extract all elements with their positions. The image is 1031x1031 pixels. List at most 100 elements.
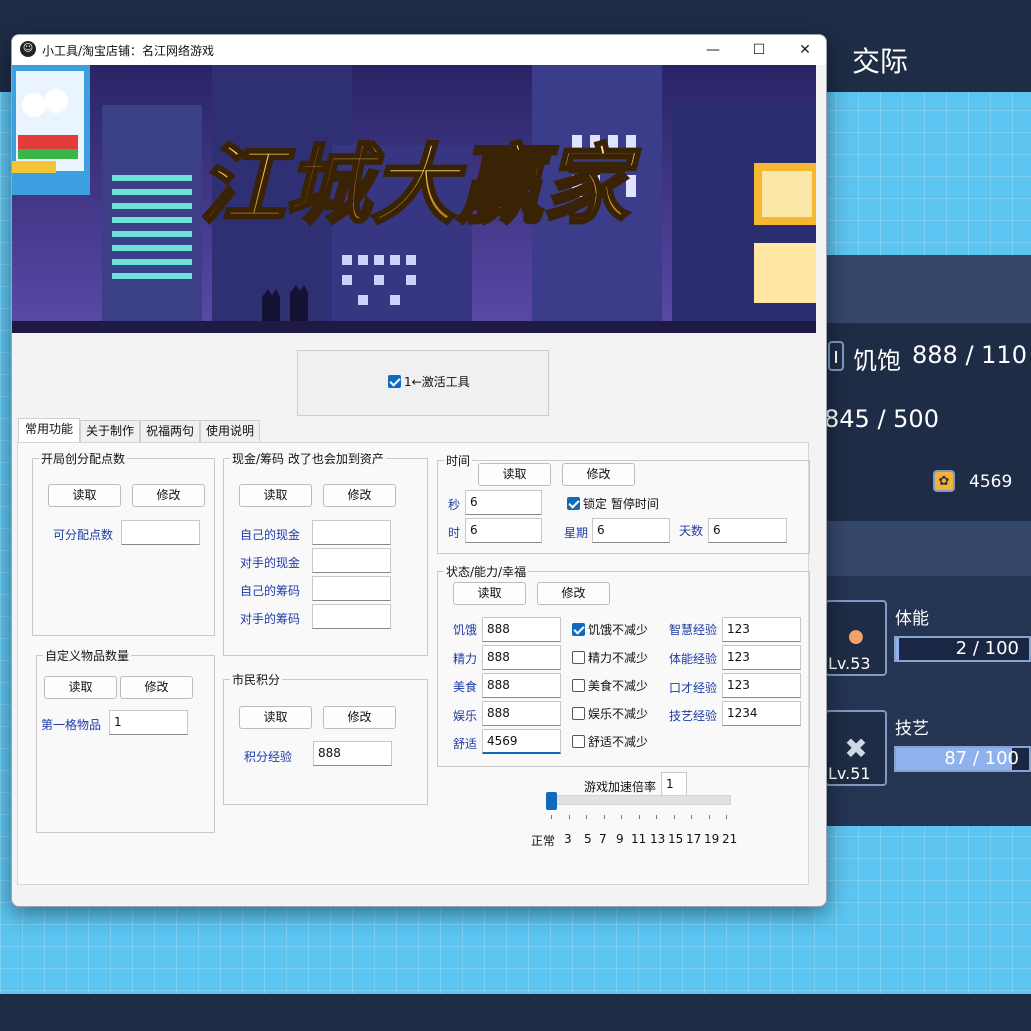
banner-title: 江城大赢家 bbox=[199, 135, 641, 236]
speed-tick bbox=[586, 815, 587, 819]
energy-lock-checkbox[interactable]: 精力不减少 bbox=[572, 649, 648, 666]
points-input[interactable] bbox=[121, 520, 200, 545]
read-button[interactable]: 读取 bbox=[48, 484, 121, 507]
speed-slider-thumb[interactable] bbox=[546, 792, 557, 810]
coin-icon: ✿ bbox=[933, 470, 955, 492]
modify-button[interactable]: 修改 bbox=[537, 582, 610, 605]
activate-label: 1←激活工具 bbox=[404, 375, 470, 389]
game-skills-panel: ⚫ Lv.53 体能 2 / 100 ✖ Lv.51 技艺 87 / 100 bbox=[800, 576, 1031, 826]
tab-common[interactable]: 常用功能 bbox=[18, 418, 80, 442]
speed-tick bbox=[621, 815, 622, 819]
speed-tick-label: 17 bbox=[686, 832, 702, 846]
hour-input[interactable]: 6 bbox=[465, 518, 542, 543]
minimize-button[interactable]: — bbox=[690, 35, 736, 65]
game-stats-panel: ❙ 饥饱 888 / 110 845 / 500 ✿ 4569 bbox=[800, 323, 1031, 521]
lock-time-checkbox[interactable]: 锁定 暂停时间 bbox=[567, 495, 659, 512]
group-status: 状态/能力/幸福 读取 修改 饥饿 888 饥饿不减少 智慧经验 123 精力 … bbox=[437, 563, 810, 767]
hunger-input[interactable]: 888 bbox=[482, 617, 561, 642]
checkbox-box[interactable] bbox=[572, 679, 585, 692]
game-panel-header bbox=[800, 255, 1031, 323]
read-button[interactable]: 读取 bbox=[453, 582, 526, 605]
activate-checkbox-box[interactable] bbox=[388, 375, 401, 388]
own-chips-input[interactable] bbox=[312, 576, 391, 601]
checkbox-label: 娱乐不减少 bbox=[588, 707, 649, 721]
speed-tick bbox=[726, 815, 727, 819]
checkbox-box[interactable] bbox=[572, 735, 585, 748]
game-tab-title[interactable]: 交际 bbox=[852, 40, 908, 80]
skill-progress-bar: 2 / 100 bbox=[894, 636, 1031, 662]
eloquence-exp-input[interactable]: 123 bbox=[722, 673, 801, 698]
fun-input[interactable]: 888 bbox=[482, 701, 561, 726]
comfort-lock-checkbox[interactable]: 舒适不减少 bbox=[572, 733, 648, 750]
group-title: 开局创分配点数 bbox=[39, 450, 128, 467]
read-button[interactable]: 读取 bbox=[478, 463, 551, 486]
days-input[interactable]: 6 bbox=[708, 518, 787, 543]
hunger-lock-checkbox[interactable]: 饥饿不减少 bbox=[572, 621, 648, 638]
speed-tick bbox=[691, 815, 692, 819]
read-button[interactable]: 读取 bbox=[44, 676, 117, 699]
own-cash-input[interactable] bbox=[312, 520, 391, 545]
speed-input[interactable]: 1 bbox=[661, 772, 687, 797]
food-lock-checkbox[interactable]: 美食不减少 bbox=[572, 677, 648, 694]
banner-image: 江城大赢家 bbox=[12, 65, 816, 333]
modify-button[interactable]: 修改 bbox=[132, 484, 205, 507]
citizen-exp-input[interactable]: 888 bbox=[313, 741, 392, 766]
speed-tick-label: 13 bbox=[650, 832, 666, 846]
speed-tick bbox=[708, 815, 710, 819]
group-title: 时间 bbox=[444, 452, 473, 469]
maximize-button[interactable]: ☐ bbox=[736, 35, 782, 65]
comfort-input[interactable]: 4569 bbox=[482, 729, 561, 754]
opponent-chips-label: 对手的筹码 bbox=[240, 612, 301, 626]
tab-about[interactable]: 关于制作 bbox=[80, 420, 140, 442]
speed-tick bbox=[603, 815, 605, 819]
read-button[interactable]: 读取 bbox=[239, 706, 312, 729]
speed-tick-label: 19 bbox=[704, 832, 720, 846]
title-bar[interactable]: ☺ 小工具/淘宝店铺：名江网络游戏 — ☐ ✕ bbox=[12, 35, 826, 65]
checkbox-label: 精力不减少 bbox=[588, 651, 649, 665]
first-item-input[interactable]: 1 bbox=[109, 710, 188, 735]
week-label: 星期 bbox=[564, 526, 589, 540]
opponent-cash-input[interactable] bbox=[312, 548, 391, 573]
craft-exp-input[interactable]: 1234 bbox=[722, 701, 801, 726]
fun-lock-checkbox[interactable]: 娱乐不减少 bbox=[572, 705, 648, 722]
fun-label: 娱乐 bbox=[453, 709, 478, 723]
own-cash-label: 自己的现金 bbox=[240, 528, 301, 542]
modify-button[interactable]: 修改 bbox=[562, 463, 635, 486]
energy-input[interactable]: 888 bbox=[482, 645, 561, 670]
skill-progress-text: 87 / 100 bbox=[944, 748, 1019, 769]
modify-button[interactable]: 修改 bbox=[323, 706, 396, 729]
wisdom-exp-input[interactable]: 123 bbox=[722, 617, 801, 642]
group-title: 现金/筹码 改了也会加到资产 bbox=[230, 450, 386, 467]
skill-level: Lv.53 bbox=[828, 654, 871, 673]
tab-panel-common: 开局创分配点数 读取 修改 可分配点数 现金/筹码 改了也会加到资产 读取 修改… bbox=[17, 442, 810, 885]
week-input[interactable]: 6 bbox=[592, 518, 670, 543]
modify-button[interactable]: 修改 bbox=[323, 484, 396, 507]
skill-name: 技艺 bbox=[895, 719, 929, 739]
food-input[interactable]: 888 bbox=[482, 673, 561, 698]
second-input[interactable]: 6 bbox=[465, 490, 542, 515]
skill-name: 体能 bbox=[895, 609, 929, 629]
opponent-chips-input[interactable] bbox=[312, 604, 391, 629]
checkbox-box[interactable] bbox=[572, 707, 585, 720]
group-title: 自定义物品数量 bbox=[43, 647, 132, 664]
own-chips-label: 自己的筹码 bbox=[240, 584, 301, 598]
modify-button[interactable]: 修改 bbox=[120, 676, 193, 699]
speed-tick bbox=[568, 815, 570, 819]
speed-tick-label: 11 bbox=[631, 832, 647, 846]
stamina-exp-input[interactable]: 123 bbox=[722, 645, 801, 670]
first-item-label: 第一格物品 bbox=[41, 718, 102, 732]
banner-art: 江城大赢家 bbox=[12, 65, 816, 333]
speed-slider-track[interactable] bbox=[546, 795, 731, 805]
food-label: 美食 bbox=[453, 680, 478, 694]
speed-tick bbox=[673, 815, 675, 819]
tab-blessing[interactable]: 祝福两句 bbox=[140, 420, 200, 442]
checkbox-box[interactable] bbox=[572, 623, 585, 636]
activate-tool-checkbox[interactable]: 1←激活工具 bbox=[388, 373, 470, 390]
spoon-icon: ❙ bbox=[828, 341, 844, 371]
days-label: 天数 bbox=[679, 524, 704, 538]
lock-time-box[interactable] bbox=[567, 497, 580, 510]
close-button[interactable]: ✕ bbox=[782, 35, 826, 65]
checkbox-box[interactable] bbox=[572, 651, 585, 664]
tab-instructions[interactable]: 使用说明 bbox=[200, 420, 260, 442]
read-button[interactable]: 读取 bbox=[239, 484, 312, 507]
